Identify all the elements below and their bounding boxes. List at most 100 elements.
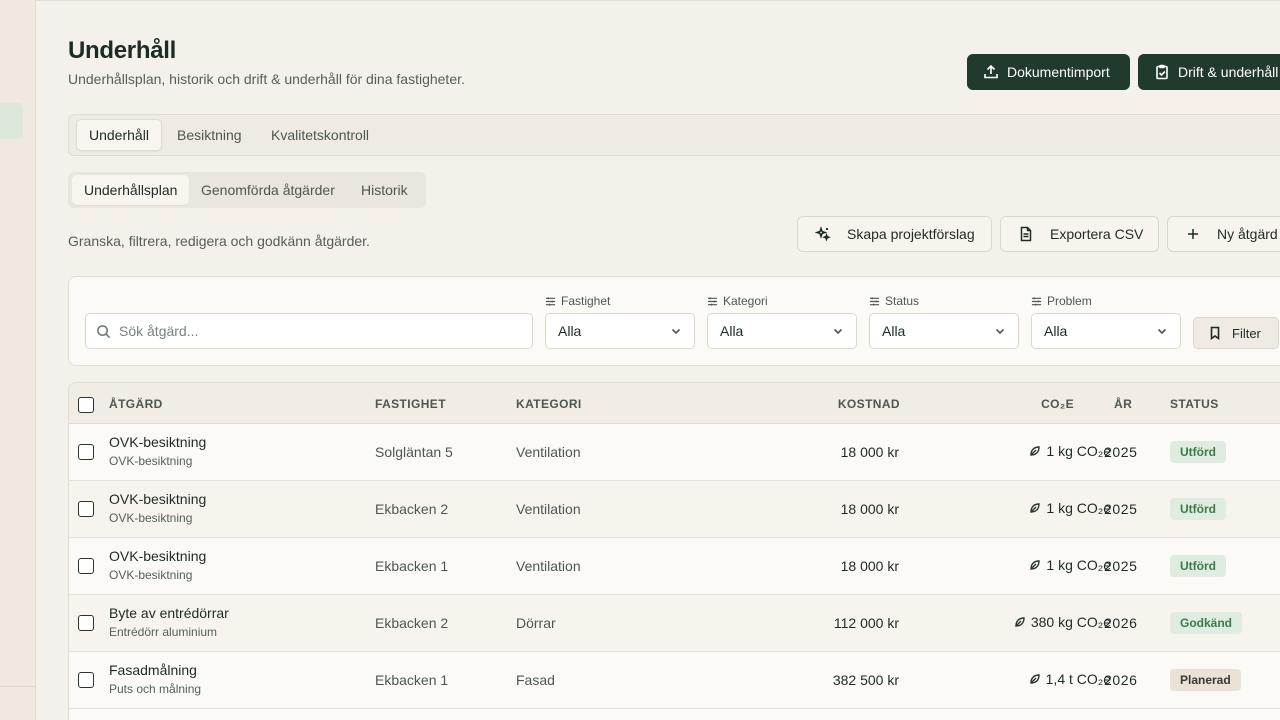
tab-genomforda-atgarder[interactable]: Genomförda åtgärder	[189, 175, 347, 205]
filter-status: Status Alla	[869, 294, 1019, 349]
row-year: 2025	[1104, 444, 1138, 460]
table-row[interactable]: OVK-besiktning OVK-besiktning Ekbacken 2…	[69, 481, 1280, 538]
tab-kvalitetskontroll[interactable]: Kvalitetskontroll	[259, 119, 381, 151]
tab-historik[interactable]: Historik	[349, 175, 420, 205]
row-subtitle: OVK-besiktning	[109, 454, 193, 468]
actions-table: ÅTGÄRD FASTIGHET KATEGORI KOSTNAD CO₂E Å…	[68, 382, 1280, 720]
kategori-select-value: Alla	[720, 323, 744, 339]
filter-problem: Problem Alla	[1031, 294, 1181, 349]
row-co2: 1 kg CO₂e	[1029, 500, 1111, 516]
file-icon	[1020, 226, 1032, 242]
status-badge: Utförd	[1170, 441, 1226, 463]
row-checkbox[interactable]	[78, 672, 94, 688]
create-project-proposal-label: Skapa projektförslag	[847, 226, 975, 242]
new-action-label: Ny åtgärd	[1217, 226, 1278, 242]
row-title: OVK-besiktning	[109, 434, 207, 450]
page-subtitle: Underhållsplan, historik och drift & und…	[68, 71, 465, 87]
row-kostnad: 18 000 kr	[840, 444, 899, 460]
sparkles-icon	[815, 226, 831, 242]
row-subtitle: Puts och målning	[109, 682, 202, 696]
section-description: Granska, filtrera, redigera och godkänn …	[68, 233, 370, 249]
row-checkbox[interactable]	[78, 558, 94, 574]
export-csv-button[interactable]: Exportera CSV	[1000, 216, 1159, 252]
row-title: Fasadmålning	[109, 662, 197, 678]
tab-underhallsplan[interactable]: Underhållsplan	[72, 175, 190, 205]
row-co2-value: 1 kg CO₂e	[1046, 557, 1111, 573]
row-fastighet: Ekbacken 1	[375, 558, 449, 574]
fastighet-select[interactable]: Alla	[545, 313, 695, 349]
column-status[interactable]: STATUS	[1170, 397, 1219, 411]
table-row[interactable]: OVK-besiktning OVK-besiktning Ekbacken 1…	[69, 538, 1280, 595]
row-checkbox[interactable]	[78, 615, 94, 631]
upload-icon	[984, 64, 998, 79]
problem-select-value: Alla	[1044, 323, 1068, 339]
row-fastighet: Ekbacken 1	[375, 672, 449, 688]
column-co2[interactable]: CO₂E	[1041, 397, 1074, 411]
problem-select[interactable]: Alla	[1031, 313, 1181, 349]
row-co2-value: 1 kg CO₂e	[1046, 443, 1111, 459]
column-atgard[interactable]: ÅTGÄRD	[109, 397, 163, 411]
drift-underhall-button[interactable]: Drift & underhåll	[1138, 54, 1280, 90]
sliders-icon	[707, 296, 718, 306]
tab-underhall[interactable]: Underhåll	[76, 119, 162, 151]
row-kategori: Ventilation	[516, 558, 581, 574]
column-ar[interactable]: ÅR	[1114, 397, 1132, 411]
filter-fastighet-label-row: Fastighet	[545, 294, 695, 308]
main-tabs: Underhåll Besiktning Kvalitetskontroll	[68, 114, 1280, 156]
select-all-checkbox[interactable]	[78, 397, 94, 413]
row-fastighet: Ekbacken 2	[375, 501, 449, 517]
row-kategori: Ventilation	[516, 444, 581, 460]
table-row[interactable]: Byte av entrédörrar Entrédörr aluminium …	[69, 595, 1280, 652]
column-kostnad[interactable]: KOSTNAD	[838, 397, 900, 411]
new-action-button[interactable]: Ny åtgärd	[1167, 216, 1280, 252]
saved-filter-button[interactable]: Filter	[1193, 317, 1279, 349]
chevron-down-icon	[1157, 328, 1167, 335]
leaf-icon	[1030, 560, 1041, 570]
row-subtitle: Entrédörr aluminium	[109, 625, 218, 639]
leaf-icon	[1030, 446, 1041, 456]
row-checkbox[interactable]	[78, 444, 94, 460]
row-title: OVK-besiktning	[109, 491, 207, 507]
saved-filter-label: Filter	[1232, 325, 1261, 341]
status-badge: Planerad	[1170, 669, 1241, 691]
table-header: ÅTGÄRD FASTIGHET KATEGORI KOSTNAD CO₂E Å…	[69, 383, 1280, 424]
filter-status-label-row: Status	[869, 294, 1019, 308]
filter-problem-label: Problem	[1047, 294, 1092, 308]
status-badge: Godkänd	[1170, 612, 1243, 634]
search-field[interactable]	[85, 313, 533, 349]
row-co2-value: 1 kg CO₂e	[1046, 500, 1111, 516]
filter-panel: Fastighet Alla Kategori Alla Status	[68, 276, 1280, 366]
kategori-select[interactable]: Alla	[707, 313, 857, 349]
column-fastighet[interactable]: FASTIGHET	[375, 397, 446, 411]
row-year: 2026	[1104, 672, 1138, 688]
row-kategori: Fasad	[516, 672, 555, 688]
create-project-proposal-button[interactable]: Skapa projektförslag	[797, 216, 992, 252]
tab-besiktning[interactable]: Besiktning	[165, 119, 254, 151]
row-co2-value: 1,4 t CO₂e	[1045, 671, 1111, 687]
sliders-icon	[869, 296, 880, 306]
main-content: Underhåll Underhållsplan, historik och d…	[36, 0, 1280, 720]
export-csv-label: Exportera CSV	[1050, 226, 1144, 242]
document-import-button[interactable]: Dokumentimport	[967, 54, 1130, 90]
row-year: 2025	[1104, 501, 1138, 517]
row-kostnad: 18 000 kr	[840, 558, 899, 574]
status-select[interactable]: Alla	[869, 313, 1019, 349]
table-row[interactable]: OVK-besiktning OVK-besiktning Solgläntan…	[69, 424, 1280, 481]
search-input[interactable]	[119, 323, 519, 339]
page-title: Underhåll	[68, 37, 176, 64]
row-subtitle: OVK-besiktning	[109, 511, 193, 525]
row-checkbox[interactable]	[78, 501, 94, 517]
leaf-icon	[1015, 617, 1025, 627]
row-kategori: Dörrar	[516, 615, 556, 631]
sub-tabs: Underhållsplan Genomförda åtgärder Histo…	[68, 172, 426, 208]
row-kostnad: 382 500 kr	[832, 672, 899, 688]
sidebar-active-item[interactable]	[0, 103, 23, 139]
filter-status-label: Status	[885, 294, 920, 308]
filter-kategori-label-row: Kategori	[707, 294, 857, 308]
status-badge: Utförd	[1170, 498, 1226, 520]
row-year: 2025	[1104, 558, 1138, 574]
column-kategori[interactable]: KATEGORI	[516, 397, 582, 411]
row-kostnad: 18 000 kr	[840, 501, 899, 517]
table-row[interactable]: Fasadmålning Puts och målning Ekbacken 1…	[69, 652, 1280, 709]
sidebar	[0, 0, 36, 720]
